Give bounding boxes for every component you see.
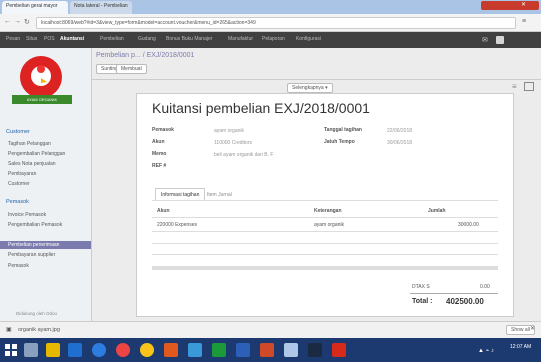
- forward-icon[interactable]: →: [14, 18, 21, 25]
- browser-tab-label: Nota lateral - Pembelian: [74, 3, 128, 9]
- menu-manufaktur[interactable]: Manufaktur: [228, 36, 253, 42]
- field-memo[interactable]: beli ayam organik dari B. F: [214, 152, 273, 158]
- more-dropdown-label: Selengkapnya: [292, 85, 324, 91]
- sidebar-item-customer[interactable]: Customer: [8, 181, 30, 187]
- menu-akuntansi[interactable]: Akuntansi: [60, 36, 84, 42]
- total-value: 402500.00: [446, 297, 484, 306]
- cell-jumlah[interactable]: 30000.00: [458, 222, 479, 228]
- menu-situs[interactable]: Situs: [26, 36, 37, 42]
- tray-icons[interactable]: ▲ ⌁ ♪: [478, 347, 494, 354]
- menu-pelaporan[interactable]: Pelaporan: [262, 36, 285, 42]
- task-view-icon[interactable]: [24, 343, 38, 357]
- sidebar-item-label: Pembelian penerimaan: [8, 242, 60, 248]
- tab-divider: [152, 200, 498, 201]
- clock[interactable]: 12:07 AM: [510, 344, 531, 350]
- sidebar-item-pengembalian[interactable]: Pengembalian Pelanggan: [8, 151, 65, 157]
- page-title: Kuitansi pembelian EXJ/2018/0001: [152, 100, 370, 116]
- menu-pembelian[interactable]: Pembelian: [100, 36, 124, 42]
- menu-bonus[interactable]: Bonus Buku Manajer: [166, 36, 212, 42]
- chrome-icon[interactable]: [140, 343, 154, 357]
- powered-by-link[interactable]: Didukung oleh Odoo: [16, 311, 57, 316]
- col-header-akun: Akun: [157, 208, 170, 214]
- field-akun[interactable]: 110000 Creditors: [214, 140, 252, 146]
- tax-label: DTAX S: [412, 284, 430, 290]
- app-icon[interactable]: [164, 343, 178, 357]
- download-bar: [0, 321, 541, 338]
- menu-gudang[interactable]: Gudang: [138, 36, 156, 42]
- logo-caption: AYAM ORGANIK: [12, 95, 72, 104]
- label-ref: REF #: [152, 163, 167, 169]
- label-memo: Memo: [152, 151, 167, 157]
- menu-pos[interactable]: POS: [44, 36, 55, 42]
- breadcrumb[interactable]: Pembelian p... / EXJ/2018/0001: [96, 52, 194, 59]
- powerpoint-icon[interactable]: [260, 343, 274, 357]
- sidebar-header-customer: Customer: [6, 129, 30, 135]
- total-label: Total :: [412, 298, 433, 305]
- cell-akun[interactable]: 220000 Expenses: [157, 222, 197, 228]
- more-dropdown[interactable]: Selengkapnya ▾: [287, 83, 333, 93]
- table-row-divider: [152, 231, 498, 232]
- close-icon[interactable]: ✕: [530, 325, 535, 332]
- cell-keterangan[interactable]: ayam organik: [314, 222, 344, 228]
- browser-tab-2[interactable]: Nota lateral - Pembelian: [70, 1, 132, 14]
- browser-tab-1[interactable]: Pembelian gerai mayor: [2, 1, 68, 14]
- table-row-divider: [152, 243, 498, 244]
- app-icon[interactable]: [188, 343, 202, 357]
- list-view-icon[interactable]: ≡: [512, 82, 517, 91]
- file-icon: ▣: [6, 327, 12, 333]
- browser-tab-label: Pembelian gerai mayor: [6, 3, 58, 9]
- file-explorer-icon[interactable]: [46, 343, 60, 357]
- col-header-keterangan: Keterangan: [314, 208, 342, 214]
- app-icon[interactable]: [284, 343, 298, 357]
- excel-icon[interactable]: [212, 343, 226, 357]
- label-pemasok: Pemasok: [152, 127, 174, 133]
- back-icon[interactable]: ←: [4, 18, 11, 25]
- download-filename[interactable]: organik ayam.jpg: [18, 327, 60, 333]
- label-akun: Akun: [152, 139, 165, 145]
- opera-icon[interactable]: [116, 343, 130, 357]
- url-field[interactable]: localhost:8069/web?#id=3&view_type=form&…: [36, 17, 516, 29]
- tax-value: 0.00: [480, 284, 490, 290]
- total-divider: [410, 293, 498, 294]
- label-jatuh-tempo: Jatuh Tempo: [324, 139, 355, 145]
- sidebar-item-invoice-pemasok[interactable]: Invoice Pemasok: [8, 212, 46, 218]
- company-logo: [20, 56, 62, 98]
- sidebar-item-sales-nota[interactable]: Sales Nota penjualan: [8, 161, 56, 167]
- avatar[interactable]: [496, 36, 504, 44]
- menu-konfigurasi[interactable]: Konfigurasi: [296, 36, 321, 42]
- word-icon[interactable]: [236, 343, 250, 357]
- window-controls[interactable]: ✕: [481, 1, 539, 10]
- windows-start-icon[interactable]: [4, 343, 18, 357]
- sidebar-item-tagihan[interactable]: Tagihan Pelanggan: [8, 141, 51, 147]
- acrobat-icon[interactable]: [332, 343, 346, 357]
- table-header-divider: [152, 217, 498, 218]
- field-jatuh-tempo[interactable]: 30/06/2018: [387, 140, 412, 146]
- create-button[interactable]: Membuat: [116, 64, 147, 74]
- reload-icon[interactable]: ↻: [24, 18, 30, 26]
- sidebar-item-pembayaran[interactable]: Pembayaran: [8, 171, 36, 177]
- menu-icon[interactable]: ≡: [522, 18, 526, 25]
- sidebar-item-pembayaran-supplier[interactable]: Pembayaran supplier: [8, 252, 55, 258]
- field-pemasok[interactable]: ayam organik: [214, 128, 244, 134]
- chat-icon[interactable]: ✉: [482, 36, 490, 44]
- col-header-jumlah: Jumlah: [428, 208, 446, 214]
- sidebar-header-pemasok: Pemasok: [6, 199, 29, 205]
- menu-pesan[interactable]: Pesan: [6, 36, 20, 42]
- sidebar-item-pembelian-penerimaan[interactable]: Pembelian penerimaan: [0, 241, 91, 249]
- label-tanggal-tagihan: Tanggal tagihan: [324, 127, 362, 133]
- app-icon[interactable]: [308, 343, 322, 357]
- field-tanggal-tagihan[interactable]: 22/06/2018: [387, 128, 412, 134]
- form-view-icon[interactable]: [524, 82, 534, 91]
- sidebar-item-pemasok[interactable]: Pemasok: [8, 263, 29, 269]
- close-icon[interactable]: ✕: [521, 2, 526, 8]
- divider: [92, 79, 541, 80]
- store-icon[interactable]: [68, 343, 82, 357]
- edge-icon[interactable]: [92, 343, 106, 357]
- sidebar-item-pengembalian-pemasok[interactable]: Pengembalian Pemasok: [8, 222, 62, 228]
- table-row-divider: [152, 254, 498, 255]
- table-footer-bar: [152, 266, 498, 270]
